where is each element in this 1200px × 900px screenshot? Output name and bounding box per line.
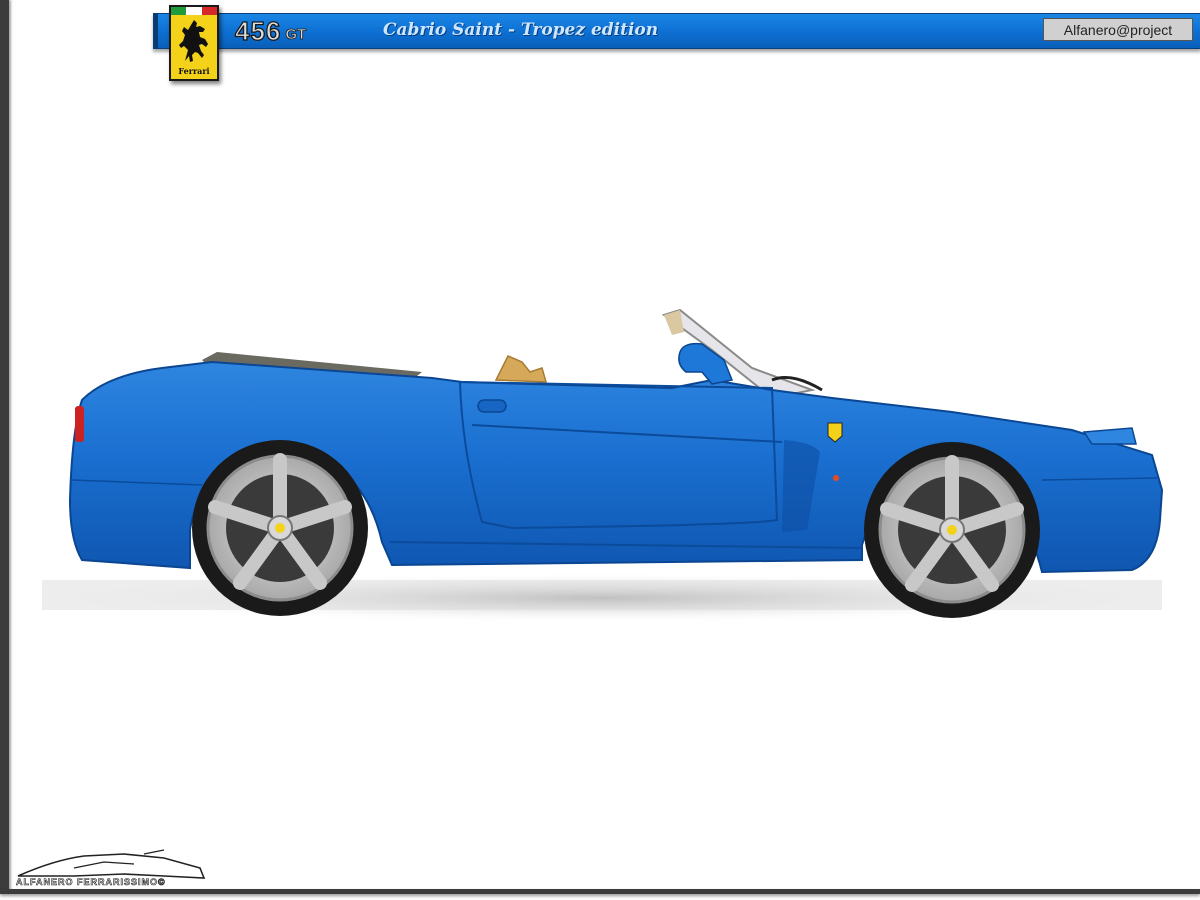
taillight [75, 406, 84, 442]
model-suffix: GT [285, 26, 307, 44]
edition-title: Cabrio Saint - Tropez edition [383, 20, 659, 40]
car-photo [42, 308, 1164, 624]
ferrari-logo: Ferrari [169, 5, 219, 81]
italian-flag-stripe [171, 7, 217, 15]
rear-wheel [192, 440, 368, 616]
page-frame: 456 GT Cabrio Saint - Tropez edition Alf… [0, 0, 1200, 900]
banner-stripe [154, 14, 158, 48]
logo-brand-text: Ferrari [178, 66, 210, 76]
signature-text: ALFANERO FERRARISSIMO© [16, 877, 166, 888]
model-title: 456 GT [234, 16, 307, 46]
front-intake [1082, 427, 1137, 445]
left-border [0, 0, 9, 893]
seat [494, 355, 548, 383]
model-number: 456 [234, 16, 282, 46]
project-label-box: Alfanero@project [1043, 18, 1193, 41]
side-marker [833, 475, 839, 481]
door-handle [477, 399, 507, 413]
front-wheel [864, 442, 1040, 618]
project-label: Alfanero@project [1063, 21, 1173, 38]
prancing-horse-icon [179, 20, 208, 62]
